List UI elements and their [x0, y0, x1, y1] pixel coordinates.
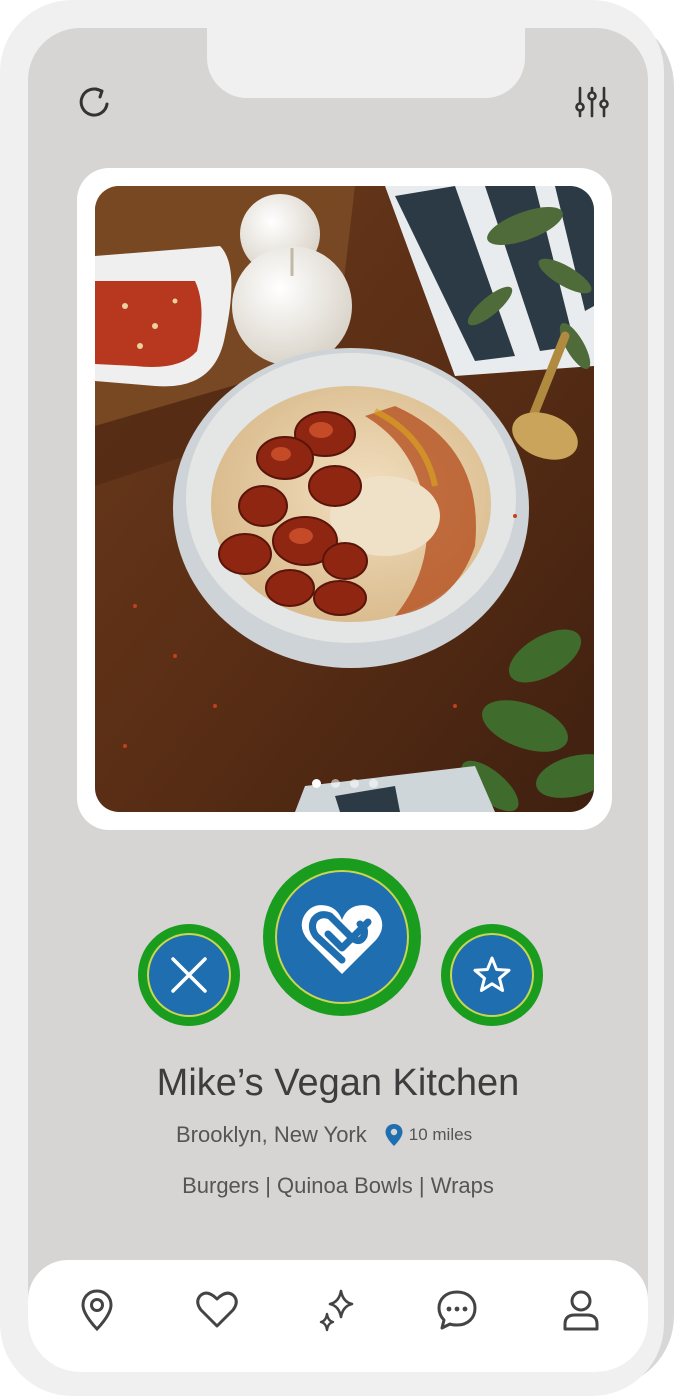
food-photo[interactable]	[95, 186, 594, 812]
distance-label: 10 miles	[408, 1125, 473, 1144]
map-pin-icon	[385, 1124, 403, 1146]
refresh-icon[interactable]	[72, 80, 116, 124]
sparkle-icon	[319, 1289, 354, 1332]
reject-button[interactable]	[138, 924, 240, 1026]
bottom-nav	[28, 1260, 648, 1372]
heart-icon	[196, 1291, 238, 1328]
location-row: Brooklyn, New York 10 miles	[176, 1122, 472, 1148]
restaurant-name: Mike’s Vegan Kitchen	[156, 1062, 520, 1104]
nav-likes[interactable]	[193, 1286, 241, 1334]
restaurant-location: Brooklyn, New York	[176, 1122, 367, 1147]
heart-logo-icon	[301, 905, 383, 974]
carousel-dot[interactable]	[368, 779, 378, 788]
favorite-button[interactable]	[441, 924, 543, 1026]
map-pin-icon	[81, 1289, 113, 1332]
carousel-dots[interactable]	[95, 779, 594, 788]
carousel-dot[interactable]	[311, 779, 321, 788]
chat-icon	[437, 1290, 477, 1330]
nav-map[interactable]	[73, 1286, 121, 1334]
nav-profile[interactable]	[557, 1286, 605, 1334]
phone-notch	[207, 28, 525, 98]
star-icon	[473, 956, 511, 992]
cuisine-tags: Burgers | Quinoa Bowls | Wraps	[182, 1173, 494, 1198]
like-button[interactable]	[263, 858, 421, 1016]
profile-icon	[563, 1290, 599, 1331]
filter-sliders-icon[interactable]	[570, 80, 614, 124]
nav-discover[interactable]	[313, 1286, 361, 1334]
nav-messages[interactable]	[433, 1286, 481, 1334]
close-icon	[171, 957, 207, 993]
carousel-dot[interactable]	[330, 779, 340, 788]
carousel-dot[interactable]	[349, 779, 359, 788]
